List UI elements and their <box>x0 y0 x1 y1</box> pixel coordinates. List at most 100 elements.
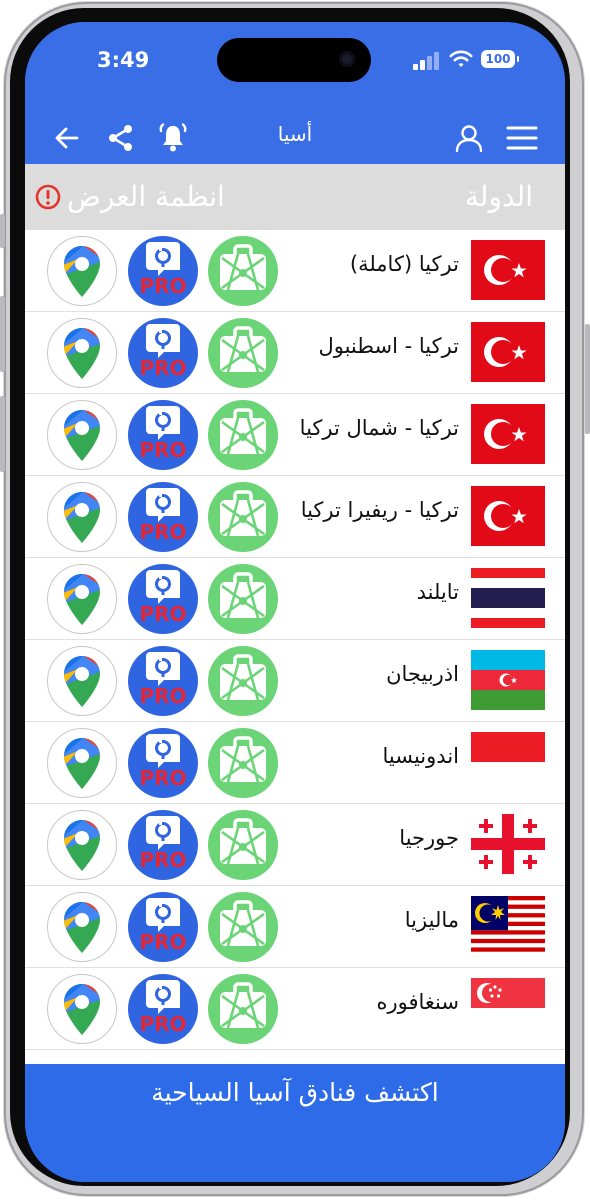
pro-badge: PRO <box>139 848 186 872</box>
pro-app-button[interactable]: PRO <box>128 482 198 552</box>
maps-me-button[interactable] <box>208 892 278 962</box>
suitcase-map-icon <box>220 982 266 1029</box>
country-name: اندونيسيا <box>382 744 460 768</box>
table-row[interactable]: PRO تركيا (كاملة) <box>25 230 565 312</box>
cellular-signal-icon <box>413 52 439 70</box>
profile-button[interactable] <box>449 118 489 158</box>
pro-app-button[interactable]: PRO <box>128 318 198 388</box>
maps-me-button[interactable] <box>208 482 278 552</box>
google-maps-button[interactable] <box>47 974 117 1044</box>
silent-switch <box>0 214 5 248</box>
hamburger-menu-icon <box>506 126 538 150</box>
notifications-button[interactable] <box>153 118 193 158</box>
pro-app-icon: PRO <box>139 652 187 708</box>
turkey-flag-icon <box>471 486 545 546</box>
google-maps-icon <box>64 738 100 789</box>
google-maps-button[interactable] <box>47 810 117 880</box>
maps-me-button[interactable] <box>208 810 278 880</box>
navigation-bar: أسيا <box>25 112 565 164</box>
georgia-flag-icon <box>471 814 545 874</box>
pro-app-icon: PRO <box>139 406 187 462</box>
table-row[interactable]: PRO تايلند <box>25 558 565 640</box>
discover-hotels-label: اكتشف فنادق آسيا السياحية <box>151 1078 439 1107</box>
pro-badge: PRO <box>139 1012 186 1036</box>
pro-app-icon: PRO <box>139 488 187 544</box>
maps-me-button[interactable] <box>208 646 278 716</box>
maps-me-button[interactable] <box>208 400 278 470</box>
suitcase-map-icon <box>220 326 266 373</box>
share-icon <box>109 125 132 151</box>
table-row[interactable]: PRO تركيا - شمال تركيا <box>25 394 565 476</box>
column-header: انظمة العرض الدولة <box>25 164 565 230</box>
table-row[interactable]: PRO ماليزيا <box>25 886 565 968</box>
google-maps-button[interactable] <box>47 564 117 634</box>
wifi-icon <box>449 50 473 67</box>
thailand-flag-icon <box>471 568 545 628</box>
google-maps-icon <box>64 492 100 543</box>
google-maps-button[interactable] <box>47 482 117 552</box>
suitcase-map-icon <box>220 736 266 783</box>
pro-app-button[interactable]: PRO <box>128 974 198 1044</box>
warning-info-icon[interactable] <box>35 184 61 210</box>
pro-badge: PRO <box>139 602 186 626</box>
discover-hotels-button[interactable]: اكتشف فنادق آسيا السياحية <box>25 1064 565 1182</box>
google-maps-button[interactable] <box>47 728 117 798</box>
suitcase-map-icon <box>220 490 266 537</box>
status-time: 3:49 <box>97 48 150 72</box>
table-row[interactable]: PRO اذربيجان <box>25 640 565 722</box>
pro-app-button[interactable]: PRO <box>128 564 198 634</box>
google-maps-button[interactable] <box>47 646 117 716</box>
maps-me-button[interactable] <box>208 974 278 1044</box>
pro-app-icon: PRO <box>139 816 187 872</box>
row-divider <box>25 1049 565 1050</box>
pro-badge: PRO <box>139 520 186 544</box>
page-title: أسيا <box>277 122 313 146</box>
turkey-flag-icon <box>471 240 545 300</box>
country-name: اذربيجان <box>386 662 459 686</box>
google-maps-icon <box>64 574 100 625</box>
share-button[interactable] <box>101 118 141 158</box>
pro-app-button[interactable]: PRO <box>128 892 198 962</box>
power-button <box>585 324 590 434</box>
google-maps-icon <box>64 820 100 871</box>
table-row[interactable]: PRO اندونيسيا <box>25 722 565 804</box>
pro-app-button[interactable]: PRO <box>128 400 198 470</box>
suitcase-map-icon <box>220 408 266 455</box>
bell-icon <box>159 123 187 152</box>
table-row[interactable]: PRO تركيا - ريفيرا تركيا <box>25 476 565 558</box>
maps-me-button[interactable] <box>208 318 278 388</box>
country-name: تركيا - شمال تركيا <box>299 416 459 440</box>
google-maps-button[interactable] <box>47 400 117 470</box>
pro-app-icon: PRO <box>139 324 187 380</box>
battery-icon: 100 <box>481 50 519 68</box>
back-button[interactable] <box>47 118 87 158</box>
menu-button[interactable] <box>502 118 542 158</box>
table-row[interactable]: PRO سنغافوره <box>25 968 565 1050</box>
pro-app-icon: PRO <box>139 898 187 954</box>
table-row[interactable]: PRO جورجيا <box>25 804 565 886</box>
google-maps-button[interactable] <box>47 892 117 962</box>
display-systems-header: انظمة العرض <box>67 180 225 213</box>
pro-app-button[interactable]: PRO <box>128 646 198 716</box>
google-maps-button[interactable] <box>47 236 117 306</box>
pro-badge: PRO <box>139 356 186 380</box>
volume-down-button <box>0 396 5 472</box>
volume-up-button <box>0 296 5 372</box>
turkey-flag-icon <box>471 322 545 382</box>
pro-app-button[interactable]: PRO <box>128 236 198 306</box>
pro-app-button[interactable]: PRO <box>128 728 198 798</box>
pro-badge: PRO <box>139 766 186 790</box>
google-maps-button[interactable] <box>47 318 117 388</box>
google-maps-icon <box>64 246 100 297</box>
pro-app-button[interactable]: PRO <box>128 810 198 880</box>
indonesia-flag-icon <box>471 732 545 792</box>
maps-me-button[interactable] <box>208 236 278 306</box>
pro-badge: PRO <box>139 930 186 954</box>
maps-me-button[interactable] <box>208 564 278 634</box>
maps-me-button[interactable] <box>208 728 278 798</box>
suitcase-map-icon <box>220 244 266 291</box>
phone-screen: 3:49 100 أسيا انظمة العرض الدولة PRO ترك… <box>25 22 565 1182</box>
singapore-flag-icon <box>471 978 545 1038</box>
table-row[interactable]: PRO تركيا - اسطنبول <box>25 312 565 394</box>
google-maps-icon <box>64 984 100 1035</box>
